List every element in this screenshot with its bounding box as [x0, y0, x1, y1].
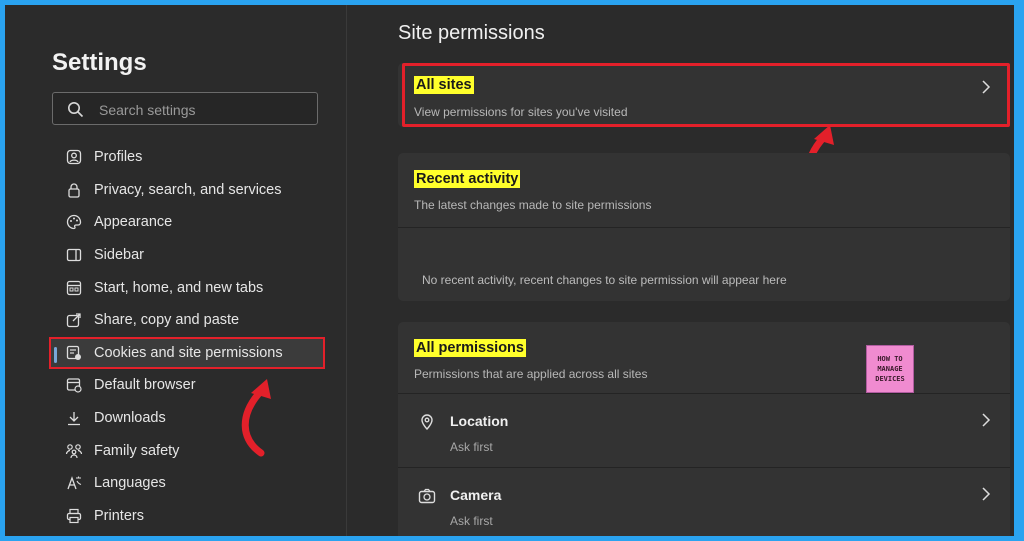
share-icon	[65, 311, 83, 329]
sidebar-item-label: Default browser	[94, 377, 196, 394]
sidebar-item-label: Start, home, and new tabs	[94, 279, 264, 296]
settings-title: Settings	[52, 49, 147, 76]
recent-activity-empty: No recent activity, recent changes to si…	[422, 273, 787, 287]
family-icon	[65, 442, 83, 460]
sidebar-item-label: Family safety	[94, 442, 180, 459]
sidebar-item-label: Share, copy and paste	[94, 312, 240, 329]
recent-activity-desc: The latest changes made to site permissi…	[414, 198, 652, 212]
all-permissions-desc: Permissions that are applied across all …	[414, 367, 648, 381]
browser-icon	[65, 376, 83, 394]
recent-activity-title: Recent activity	[414, 170, 521, 188]
sidebar-item-label: Printers	[94, 507, 144, 524]
sidebar-item-label: Sidebar	[94, 247, 144, 264]
callout-arrow-icon	[241, 379, 271, 457]
camera-title: Camera	[450, 487, 502, 503]
download-icon	[65, 409, 83, 427]
sidebar-item-share[interactable]: Share, copy and paste	[49, 304, 325, 337]
sidebar: Settings Profiles Privacy, search, and s…	[5, 5, 347, 536]
camera-icon	[418, 488, 436, 504]
languages-icon	[65, 474, 83, 492]
divider	[398, 227, 1010, 228]
profile-icon	[65, 148, 83, 166]
how-to-manage-devices-logo: HOW TO MANAGE DEVICES	[866, 345, 914, 393]
chevron-right-icon[interactable]	[981, 413, 991, 427]
page-title: Site permissions	[398, 22, 545, 44]
sidebar-item-label: Cookies and site permissions	[94, 344, 283, 361]
sidebar-item-label: Privacy, search, and services	[94, 181, 282, 198]
search-input[interactable]	[97, 99, 311, 121]
sidebar-item-appearance[interactable]: Appearance	[49, 206, 325, 239]
sidebar-item-cookies[interactable]: Cookies and site permissions	[49, 336, 325, 370]
search-icon	[68, 102, 84, 118]
sidebar-item-label: Appearance	[94, 214, 173, 231]
sidebar-item-label: Downloads	[94, 410, 166, 427]
cookies-icon	[65, 344, 83, 362]
main-panel: Site permissions All sites View permissi…	[346, 5, 1014, 536]
search-box[interactable]	[52, 92, 318, 125]
sidebar-item-profiles[interactable]: Profiles	[49, 141, 325, 174]
home-tabs-icon	[65, 279, 83, 297]
location-icon	[421, 414, 433, 431]
sidebar-item-start-home[interactable]: Start, home, and new tabs	[49, 271, 325, 304]
location-title: Location	[450, 413, 509, 429]
location-sub: Ask first	[450, 440, 493, 454]
sidebar-item-privacy[interactable]: Privacy, search, and services	[49, 174, 325, 207]
chevron-right-icon[interactable]	[981, 487, 991, 501]
settings-window: Settings Profiles Privacy, search, and s…	[5, 5, 1014, 536]
sidebar-item-printers[interactable]: Printers	[49, 500, 325, 533]
sidebar-item-label: Languages	[94, 475, 166, 492]
printer-icon	[65, 507, 83, 525]
camera-sub: Ask first	[450, 514, 493, 528]
sidebar-icon	[65, 246, 83, 264]
sidebar-item-label: Profiles	[94, 149, 143, 166]
all-permissions-title: All permissions	[414, 339, 526, 357]
permission-row-location[interactable]	[398, 394, 1010, 466]
sidebar-item-languages[interactable]: Languages	[49, 467, 325, 500]
sidebar-item-sidebar[interactable]: Sidebar	[49, 239, 325, 272]
callout-highlight-box	[402, 63, 1010, 127]
settings-nav: Profiles Privacy, search, and services A…	[49, 141, 325, 532]
palette-icon	[65, 213, 83, 231]
lock-icon	[65, 181, 83, 199]
